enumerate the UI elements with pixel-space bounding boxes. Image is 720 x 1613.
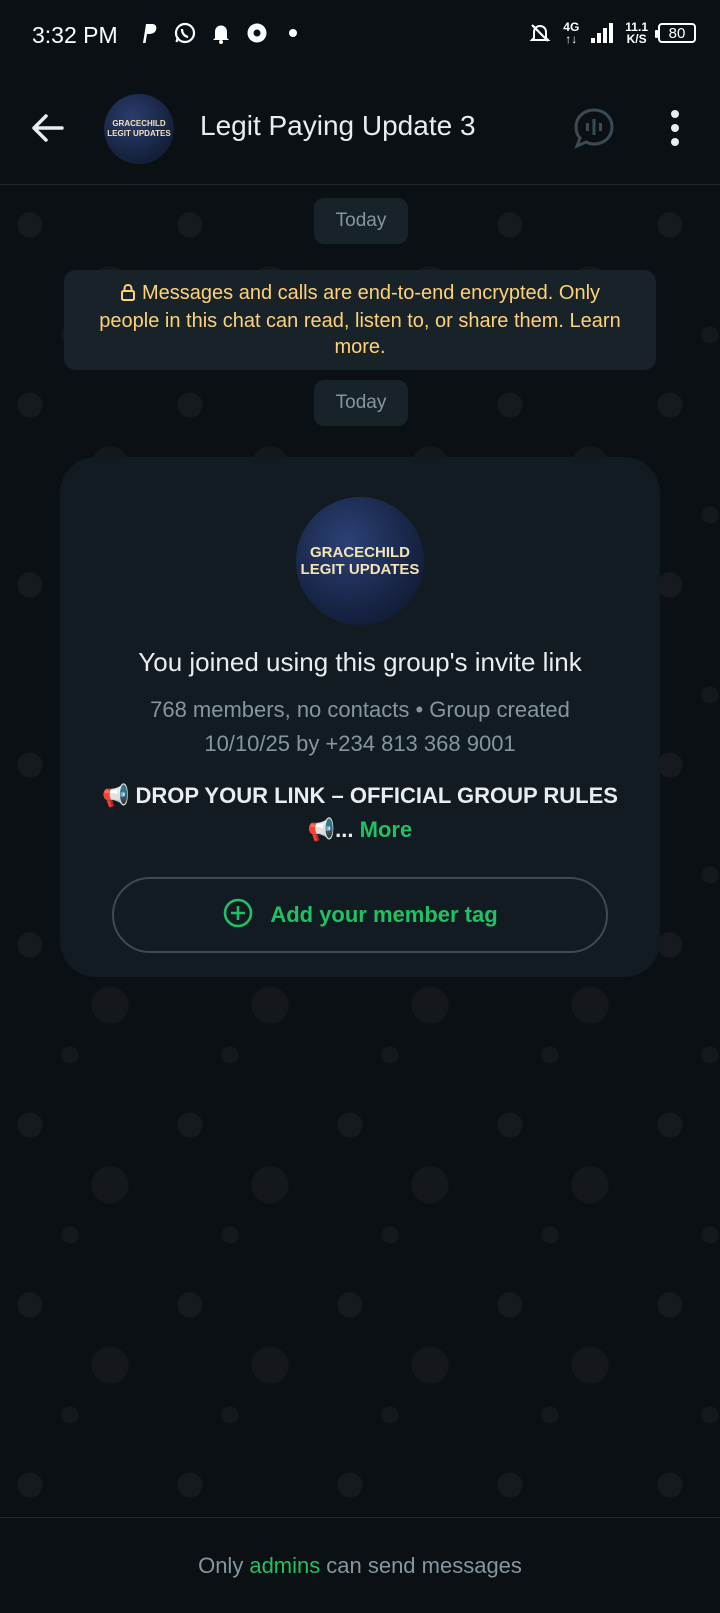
network-speed: 11.1 K/S — [625, 20, 648, 46]
avatar-text-line1: GRACECHILD — [310, 544, 410, 561]
bell-icon — [208, 20, 234, 46]
paypal-icon — [136, 20, 162, 46]
more-options-icon[interactable] — [660, 106, 690, 150]
date-chip: Today — [314, 198, 408, 244]
status-time: 3:32 PM — [32, 22, 118, 48]
chat-header: GRACECHILD LEGIT UPDATES Legit Paying Up… — [0, 72, 720, 185]
battery-indicator: 80 — [655, 23, 696, 43]
add-member-tag-button[interactable]: Add your member tag — [112, 877, 608, 953]
notice-prefix: Only — [198, 1552, 244, 1578]
admin-only-notice: Only admins can send messages — [0, 1517, 720, 1613]
date-chip: Today — [314, 380, 408, 426]
more-link[interactable]: More — [360, 817, 413, 842]
network-type: 4G ↑↓ — [563, 20, 580, 46]
join-message: You joined using this group's invite lin… — [138, 647, 582, 677]
voice-chat-icon[interactable] — [572, 106, 616, 150]
group-meta: 768 members, no contacts • Group created… — [150, 697, 570, 756]
bell-muted-icon — [527, 20, 553, 46]
whatsapp-icon — [172, 20, 198, 46]
add-member-tag-label: Add your member tag — [270, 902, 498, 927]
notification-icons — [136, 20, 306, 46]
encryption-notice[interactable]: Messages and calls are end-to-end encryp… — [64, 270, 656, 370]
chat-title[interactable]: Legit Paying Update 3 — [200, 110, 476, 142]
signal-icon — [589, 20, 615, 46]
group-info-card: GRACECHILD LEGIT UPDATES You joined usin… — [60, 457, 660, 977]
notice-suffix: can send messages — [326, 1552, 522, 1578]
admins-link[interactable]: admins — [249, 1553, 320, 1579]
group-avatar-large[interactable]: GRACECHILD LEGIT UPDATES — [296, 497, 424, 625]
back-arrow-icon[interactable] — [28, 108, 68, 148]
chrome-icon — [244, 20, 270, 46]
lock-icon — [120, 282, 136, 308]
avatar-text-line1: GRACECHILD — [112, 119, 166, 128]
status-bar: 3:32 PM 4G ↑↓ 11.1 K/S 80 — [0, 0, 720, 72]
encryption-text: Messages and calls are end-to-end encryp… — [99, 282, 621, 358]
plus-circle-icon — [222, 897, 254, 934]
group-description: 📢 DROP YOUR LINK – OFFICIAL GROUP RULES … — [100, 779, 620, 847]
chat-area: Today Messages and calls are end-to-end … — [0, 185, 720, 1517]
group-avatar[interactable]: GRACECHILD LEGIT UPDATES — [104, 94, 174, 164]
more-notifications-dot-icon — [280, 20, 306, 46]
avatar-text-line2: LEGIT UPDATES — [107, 129, 171, 138]
avatar-text-line2: LEGIT UPDATES — [300, 561, 420, 578]
system-icons: 4G ↑↓ 11.1 K/S 80 — [527, 20, 696, 46]
